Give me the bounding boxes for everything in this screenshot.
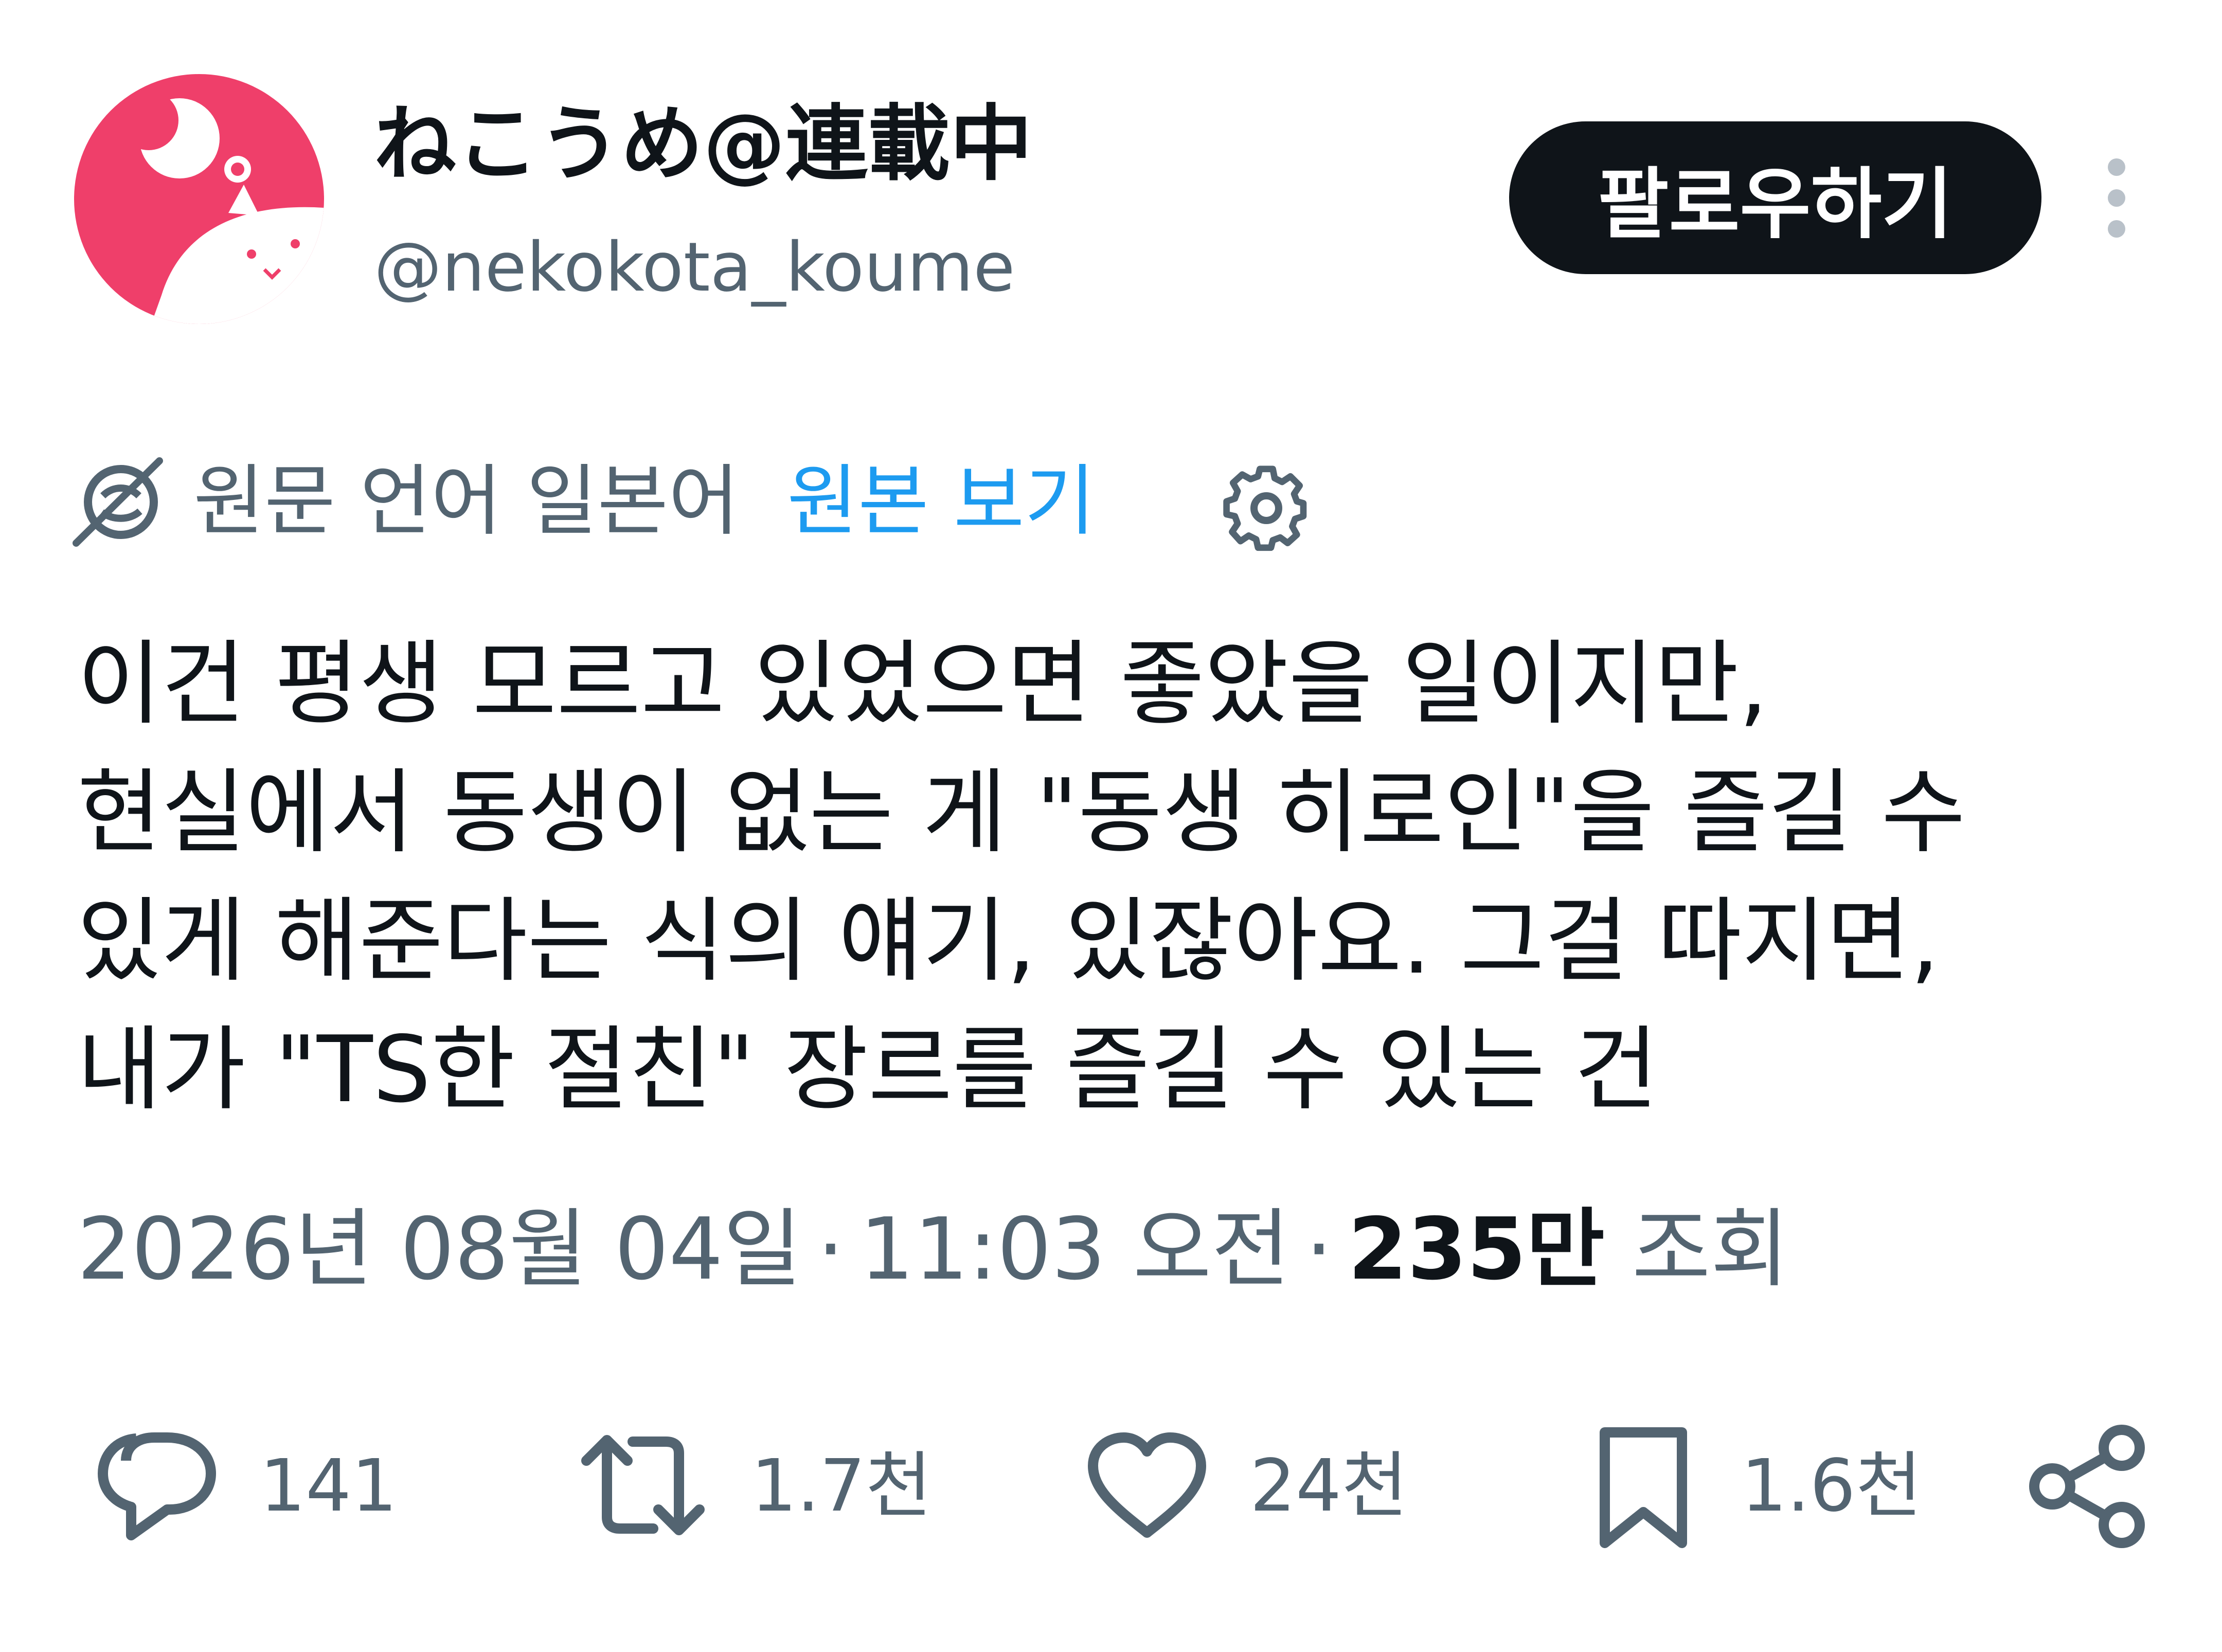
user-handle[interactable]: @nekokota_koume (374, 221, 1015, 314)
meta-separator: · (817, 1200, 845, 1299)
retweet-button[interactable]: 1.7천 (576, 1420, 936, 1553)
cat-avatar-icon (74, 74, 324, 324)
vertical-dots-icon (2108, 158, 2125, 238)
globe-translate-icon (73, 457, 163, 547)
follow-button[interactable]: 팔로우하기 (1509, 121, 2041, 274)
like-button[interactable]: 24천 (1080, 1420, 1430, 1553)
original-language-label: 원문 언어 일본어 (193, 457, 740, 546)
retweet-count: 1.7천 (751, 1444, 932, 1528)
tweet-date[interactable]: 2026년 08월 04일 (77, 1200, 802, 1299)
bookmark-button[interactable]: 1.6천 (1576, 1420, 1926, 1553)
share-icon (2029, 1425, 2145, 1548)
avatar[interactable] (74, 74, 324, 324)
retweet-icon (581, 1435, 705, 1535)
tweet-text-line: 있게 해준다는 식의 얘기, 있잖아요. 그걸 따지면, (77, 888, 1940, 994)
bookmark-count: 1.6천 (1741, 1444, 1922, 1528)
more-options-button[interactable] (2088, 149, 2145, 247)
reply-count: 141 (260, 1444, 398, 1528)
like-count: 24천 (1250, 1444, 1408, 1528)
tweet-text-line: 내가 "TS한 절친" 장르를 즐길 수 있는 건 (77, 1016, 1659, 1123)
meta-separator: · (1305, 1200, 1333, 1299)
display-name[interactable]: ねこうめ@連載中 (374, 93, 1032, 195)
views-count: 235만 (1348, 1200, 1605, 1299)
tweet-text-line: 이건 평생 모르고 있었으면 좋았을 일이지만, (77, 631, 1768, 737)
tweet-text-line: 현실에서 동생이 없는 게 "동생 히로인"을 즐길 수 (77, 759, 1966, 866)
tweet-time[interactable]: 11:03 오전 (859, 1200, 1290, 1299)
reply-icon (98, 1432, 216, 1540)
bookmark-icon (1600, 1427, 1687, 1548)
tweet-text: 이건 평생 모르고 있었으면 좋았을 일이지만, 현실에서 동생이 없는 게 "… (77, 620, 2176, 1134)
tweet-meta: 2026년 08월 04일 · 11:03 오전 · 235만 조회 (77, 1193, 1789, 1306)
translation-bar: 원문 언어 일본어 원본 보기 (72, 447, 1307, 551)
heart-icon (1088, 1432, 1206, 1538)
views-label: 조회 (1632, 1200, 1789, 1299)
share-button[interactable] (2021, 1420, 2155, 1553)
reply-button[interactable]: 141 (90, 1420, 397, 1553)
view-original-link[interactable]: 원본 보기 (787, 453, 1096, 550)
gear-icon[interactable] (1220, 459, 1313, 551)
